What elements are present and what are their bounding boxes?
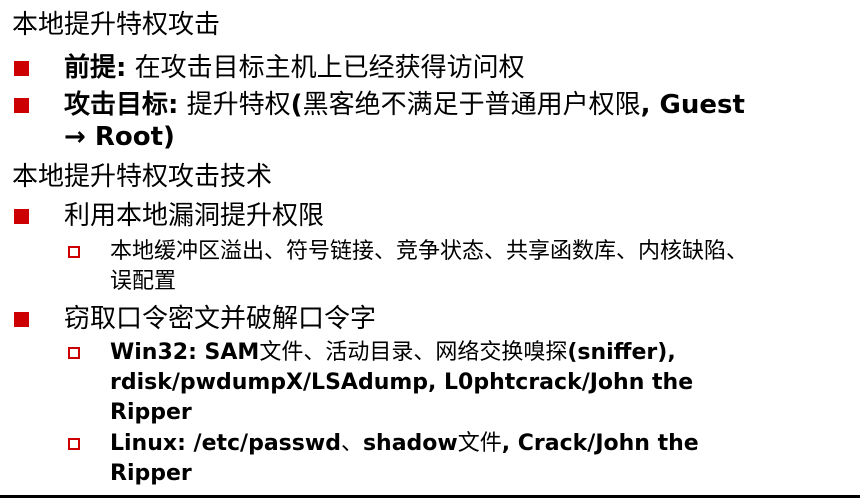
vuln-types-line2: 误配置 xyxy=(110,269,177,294)
hollow-square-bullet-icon xyxy=(68,246,80,258)
attack-target-guest: , Guest xyxy=(640,90,745,120)
win32-text: 文件、活动目录、网络交换嗅探 xyxy=(259,340,568,365)
sub-item-text: Linux: /etc/passwd、shadow文件, Crack/John … xyxy=(110,429,850,489)
win32-ripper: Ripper xyxy=(110,400,192,425)
win32-tools: rdisk/pwdumpX/LSAdump, L0phtcrack/John t… xyxy=(110,370,694,395)
square-bullet-icon xyxy=(14,209,29,224)
linux-ripper: Ripper xyxy=(110,461,192,486)
square-bullet-icon xyxy=(14,312,29,327)
prerequisite-label: 前提: xyxy=(64,53,127,83)
win32-label: Win32: SAM xyxy=(110,340,260,365)
sub-item-text: Win32: SAM文件、活动目录、网络交换嗅探(sniffer), rdisk… xyxy=(110,338,850,428)
win32-sniffer: (sniffer), xyxy=(567,340,676,365)
hollow-square-bullet-icon xyxy=(68,438,80,450)
slide: 本地提升特权攻击 前提: 在攻击目标主机上已经获得访问权 攻击目标: 提升特权(… xyxy=(0,0,860,498)
attack-target-text: 提升特权 xyxy=(178,90,291,120)
sub-item-text: 本地缓冲区溢出、符号链接、竞争状态、共享函数库、内核缺陷、 误配置 xyxy=(110,237,850,297)
linux-file: 文件 xyxy=(457,431,502,456)
heading-escalation-techniques: 本地提升特权攻击技术 xyxy=(12,162,273,192)
attack-target-root: → Root) xyxy=(64,122,175,152)
linux-shadow: shadow xyxy=(362,431,458,456)
prerequisite-text: 在攻击目标主机上已经获得访问权 xyxy=(126,53,525,83)
linux-tools: , Crack/John the xyxy=(501,431,699,456)
paren-open: ( xyxy=(290,90,303,120)
list-item-text: 利用本地漏洞提升权限 xyxy=(64,201,325,231)
hollow-square-bullet-icon xyxy=(68,347,80,359)
heading-local-privilege-escalation: 本地提升特权攻击 xyxy=(12,10,221,40)
list-item-text: 攻击目标: 提升特权(黑客绝不满足于普通用户权限, Guest → Root) xyxy=(64,89,850,153)
attack-target-detail: 黑客绝不满足于普通用户权限 xyxy=(302,90,641,120)
attack-target-label: 攻击目标: xyxy=(64,90,179,120)
list-item-text: 前提: 在攻击目标主机上已经获得访问权 xyxy=(64,52,850,84)
list-item-text: 窃取口令密文并破解口令字 xyxy=(64,304,377,334)
square-bullet-icon xyxy=(14,61,29,76)
square-bullet-icon xyxy=(14,98,29,113)
linux-label: Linux: /etc/passwd xyxy=(110,431,341,456)
vuln-types-line1: 本地缓冲区溢出、符号链接、竞争状态、共享函数库、内核缺陷、 xyxy=(110,239,749,264)
linux-separator: 、 xyxy=(340,431,363,456)
